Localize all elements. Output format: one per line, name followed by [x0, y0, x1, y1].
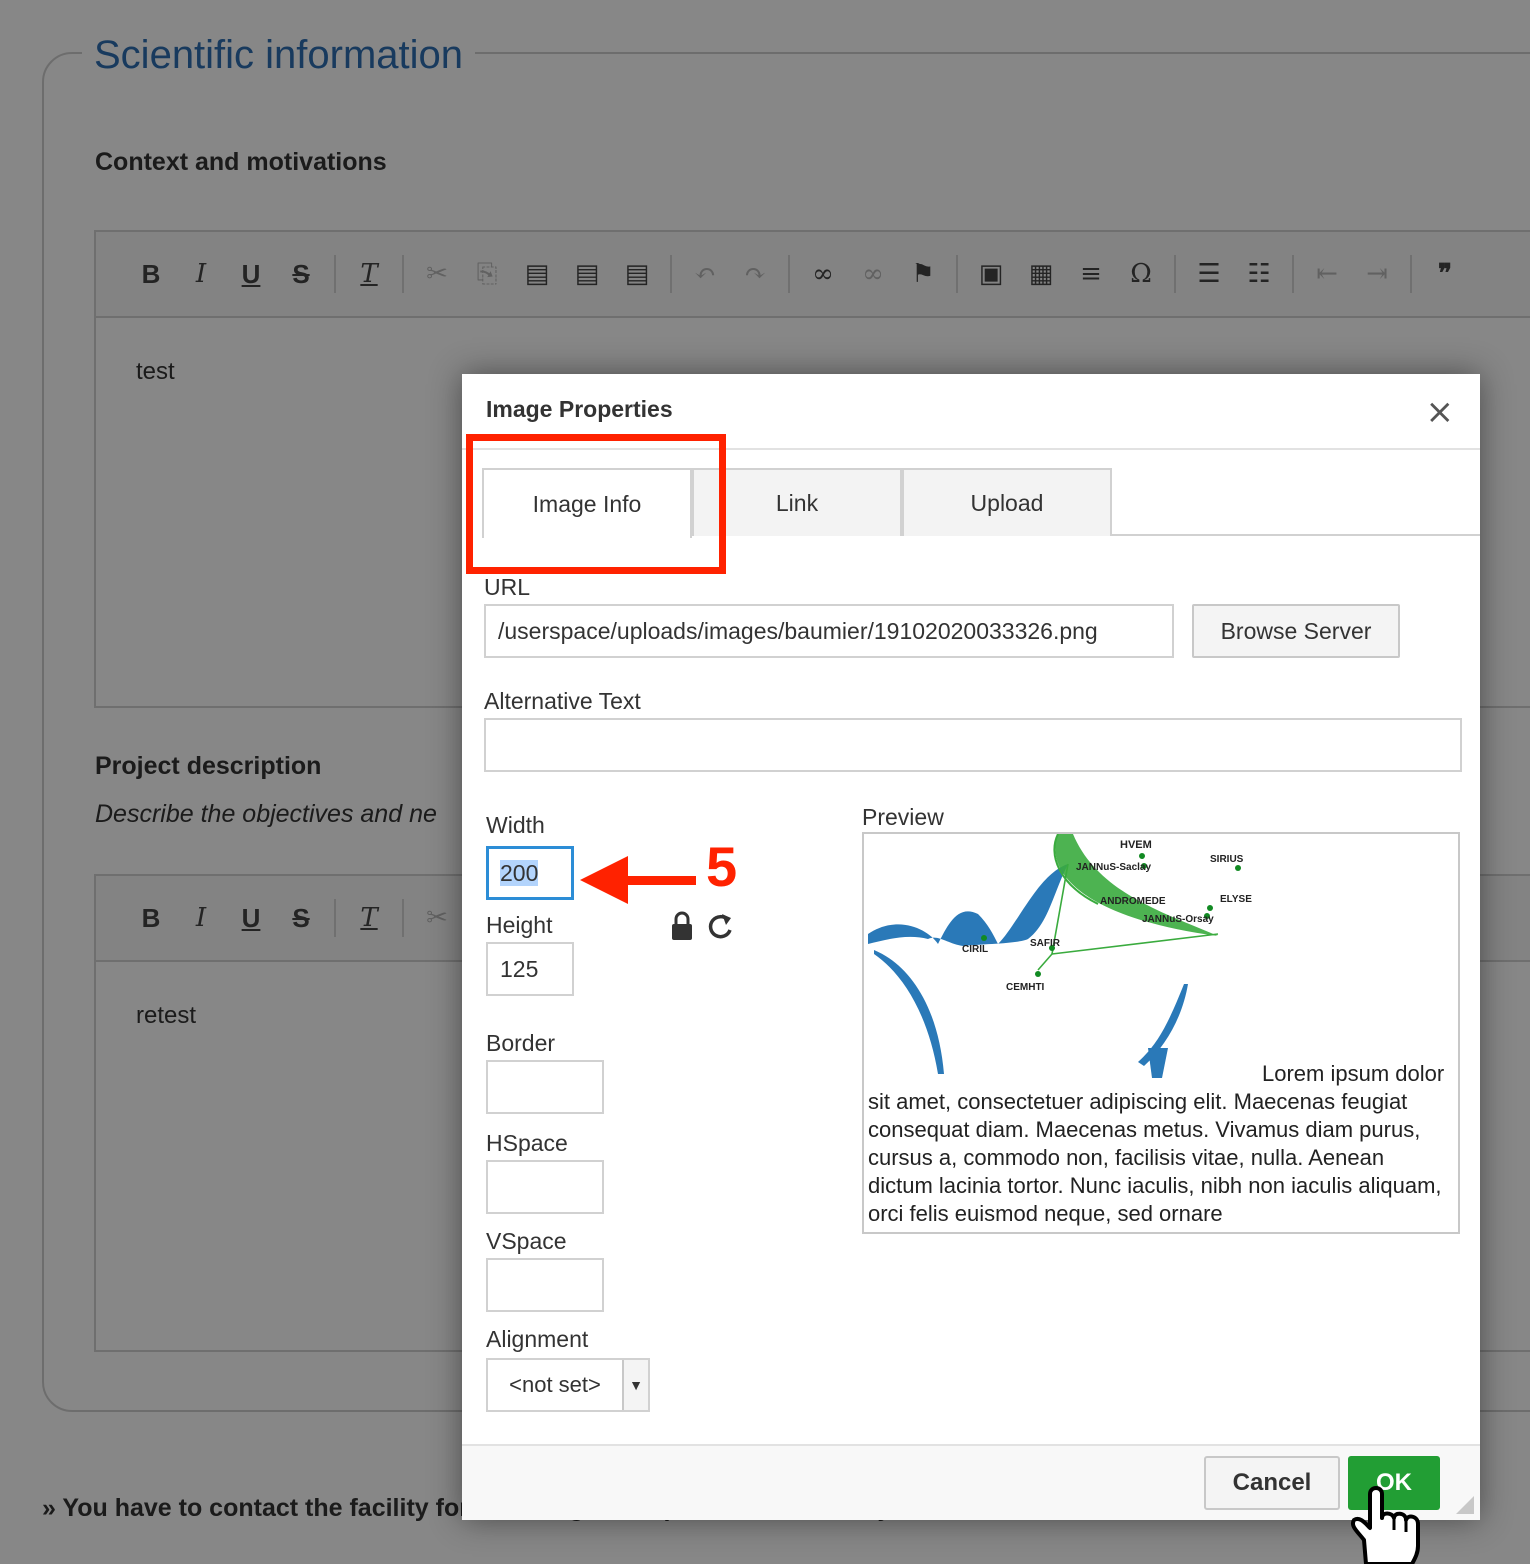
hspace-input[interactable]: [486, 1160, 604, 1214]
tab-upload[interactable]: Upload: [902, 468, 1112, 536]
dialog-title-bar[interactable]: Image Properties ×: [462, 374, 1480, 450]
alignment-label: Alignment: [486, 1326, 589, 1352]
alignment-value: <not set>: [509, 1372, 601, 1397]
dialog-title: Image Properties: [486, 396, 673, 422]
border-label: Border: [486, 1030, 556, 1056]
map-label: HVEM: [1120, 839, 1152, 851]
tab-image-info[interactable]: Image Info: [482, 468, 692, 538]
map-label: CIRIL: [962, 944, 988, 955]
hspace-label: HSpace: [486, 1130, 568, 1156]
chevron-down-icon[interactable]: ▼: [622, 1360, 648, 1410]
resize-grip-icon[interactable]: [1456, 1496, 1474, 1514]
cancel-button[interactable]: Cancel: [1204, 1456, 1340, 1510]
url-label: URL: [484, 574, 531, 600]
width-label: Width: [486, 812, 545, 838]
map-label: CEMHTI: [1006, 982, 1045, 993]
dialog-tabs: Image Info Link Upload: [482, 468, 1480, 538]
url-input[interactable]: [484, 604, 1174, 658]
hand-pointer-icon: [1351, 1486, 1420, 1564]
map-label: SIRIUS: [1210, 854, 1244, 865]
height-label: Height: [486, 912, 553, 938]
image-preview: HVEM JANNuS-Saclay SIRIUS ANDROMEDE ELYS…: [862, 832, 1460, 1234]
image-properties-dialog: Image Properties × Image Info Link Uploa…: [462, 374, 1480, 1520]
map-label: JANNuS-Saclay: [1076, 862, 1151, 873]
reset-size-icon[interactable]: [706, 910, 736, 944]
map-label: JANNuS-Orsay: [1142, 914, 1214, 925]
browse-server-button[interactable]: Browse Server: [1192, 604, 1400, 658]
width-value: 200: [500, 860, 539, 886]
width-input[interactable]: 200: [486, 846, 574, 900]
height-input[interactable]: 125: [486, 942, 574, 996]
tab-link[interactable]: Link: [692, 468, 902, 536]
vspace-label: VSpace: [486, 1228, 567, 1254]
border-input[interactable]: [486, 1060, 604, 1114]
map-label: ELYSE: [1220, 894, 1252, 905]
preview-label: Preview: [862, 804, 944, 830]
map-label: SAFIR: [1030, 938, 1061, 949]
map-label: ANDROMEDE: [1100, 896, 1166, 907]
alt-text-input[interactable]: [484, 718, 1462, 772]
alt-text-label: Alternative Text: [484, 688, 641, 714]
annotation-step-number: 5: [706, 835, 738, 898]
vspace-input[interactable]: [486, 1258, 604, 1312]
close-icon[interactable]: ×: [1426, 392, 1455, 432]
alignment-select[interactable]: <not set> ▼: [486, 1358, 650, 1412]
annotation-arrow-icon: [580, 856, 696, 904]
preview-map-image: HVEM JANNuS-Saclay SIRIUS ANDROMEDE ELYS…: [868, 834, 1252, 1078]
